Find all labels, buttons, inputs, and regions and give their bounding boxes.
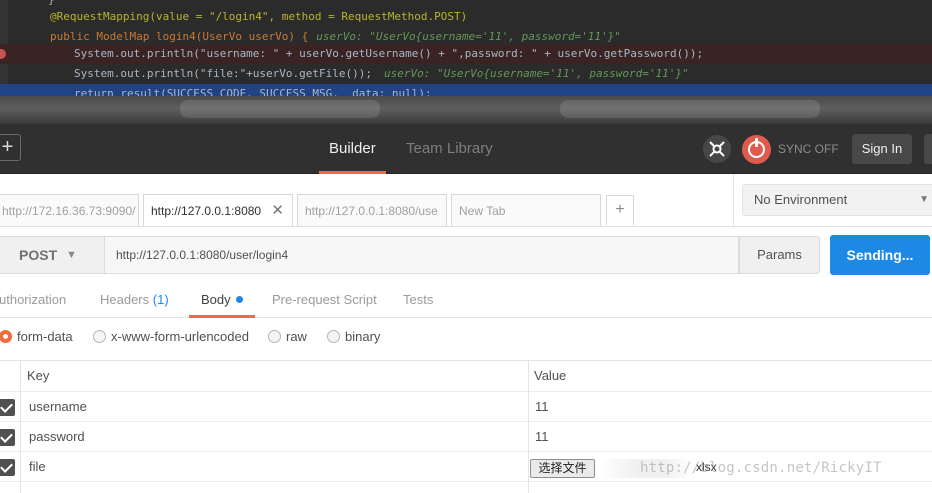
tab-authorization[interactable]: uthorization [0,286,66,317]
request-tab[interactable]: http://127.0.0.1:8080/use [297,194,447,227]
value-input[interactable]: 11 [535,392,549,422]
new-window-icon[interactable]: + [0,134,21,161]
request-tab[interactable]: http://172.16.36.73:9090/ [0,194,139,227]
divider [733,174,734,226]
table-row: password 11 [0,422,932,452]
request-tab[interactable]: New Tab [451,194,601,227]
body-type-radios: form-data x-www-form-urlencoded raw bina… [0,318,932,360]
code-line-breakpoint[interactable]: System.out.println("username: " + userVo… [0,44,932,64]
request-subtabs: uthorization Headers (1) Body Pre-reques… [0,286,932,318]
interceptor-icon[interactable] [703,135,731,163]
key-input[interactable]: password [29,422,85,452]
ide-code-editor: } @RequestMapping(value = "/login4", met… [0,0,932,96]
params-button[interactable]: Params [739,236,820,274]
column-divider [20,360,21,493]
table-header-row: Key Value [0,361,932,392]
send-button[interactable]: Sending... [830,235,930,275]
menu-button[interactable] [924,134,932,164]
row-checkbox[interactable] [0,459,15,476]
row-checkbox[interactable] [0,399,15,416]
close-tab-icon[interactable]: ✕ [271,195,284,227]
method-select[interactable]: POST ▼ [0,236,105,274]
chevron-down-icon: ▼ [66,249,77,261]
code-line-current: return result(SUCCESS_CODE, SUCCESS_MSG,… [0,84,932,96]
table-row: username 11 [0,392,932,422]
url-input[interactable]: http://127.0.0.1:8080/user/login4 [105,236,739,274]
key-input[interactable]: file [29,452,46,482]
value-column-header: Value [534,368,567,383]
key-column-header: Key [27,368,50,383]
window-gap-blur [0,96,932,124]
environment-select[interactable]: No Environment ▼ [742,184,932,216]
choose-file-button[interactable]: 选择文件 [530,459,595,478]
chevron-down-icon: ▼ [919,194,929,205]
request-tab-active[interactable]: http://127.0.0.1:8080 ✕ [143,194,293,228]
code-line-annotation: @RequestMapping(value = "/login4", metho… [50,10,468,23]
add-tab-button[interactable]: + [606,195,634,225]
tab-body[interactable]: Body [189,286,255,318]
tab-team-library[interactable]: Team Library [406,124,493,174]
tab-headers[interactable]: Headers (1) [100,286,169,317]
tab-builder[interactable]: Builder [319,124,386,174]
column-divider [528,360,529,493]
headers-count: (1) [152,292,169,307]
sync-icon[interactable] [742,135,771,164]
code-line-print-file: System.out.println("file:"+userVo.getFil… [74,67,689,80]
row-checkbox[interactable] [0,429,15,446]
tab-tests[interactable]: Tests [403,286,433,317]
watermark: http://blog.csdn.net/RickyIT [640,460,882,476]
sync-status: SYNC OFF [778,142,839,156]
sign-in-button[interactable]: Sign In [852,134,912,164]
value-input[interactable]: 11 [535,422,549,452]
tab-prerequest-script[interactable]: Pre-request Script [272,286,377,317]
key-input[interactable]: username [29,392,87,422]
body-indicator-icon [235,296,243,303]
